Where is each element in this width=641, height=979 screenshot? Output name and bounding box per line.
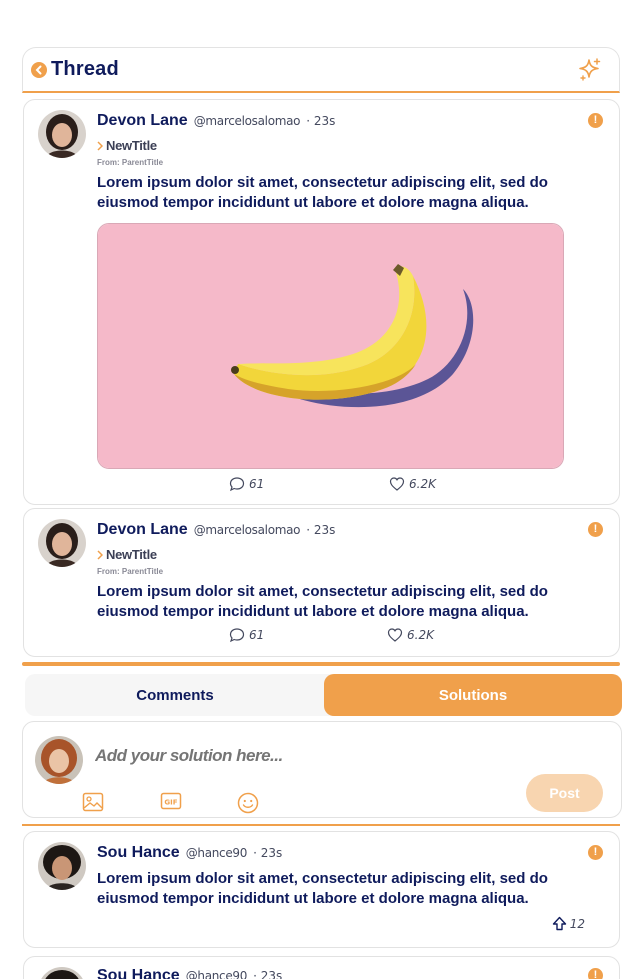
solution-item: Sou Hance @hance90 · 23s ! — [23, 956, 620, 979]
page-title: Thread — [51, 58, 119, 80]
avatar[interactable] — [38, 967, 86, 979]
gif-icon[interactable]: GIF — [160, 792, 182, 810]
chevron-right-icon — [97, 549, 103, 560]
avatar[interactable] — [38, 519, 86, 567]
heart-icon — [389, 477, 405, 491]
chevron-left-icon — [35, 65, 42, 74]
post-text: Lorem ipsum dolor sit amet, consectetur … — [97, 174, 548, 211]
solution-input[interactable] — [95, 746, 475, 766]
upvote-count: 12 — [569, 916, 585, 931]
like-count[interactable]: 6.2K — [389, 476, 436, 492]
from-label: From: ParentTitle — [97, 158, 164, 167]
arrow-up-icon — [552, 916, 566, 931]
comment-icon — [229, 628, 245, 643]
timestamp: · 23s — [253, 846, 283, 860]
post-text: Lorem ipsum dolor sit amet, consectetur … — [97, 583, 548, 620]
timestamp: · 23s — [253, 969, 283, 979]
comment-icon — [229, 477, 245, 492]
report-icon[interactable]: ! — [588, 113, 603, 128]
report-icon[interactable]: ! — [588, 968, 603, 979]
report-icon[interactable]: ! — [588, 845, 603, 860]
back-button[interactable] — [31, 61, 47, 78]
solution-text: Lorem ipsum dolor sit amet, consectetur … — [97, 870, 548, 907]
author-handle[interactable]: @hance90 — [186, 969, 248, 979]
solution-item: Sou Hance @hance90 · 23s ! Lorem ipsum d… — [23, 831, 620, 948]
tab-bar: Comments Solutions — [25, 674, 622, 716]
sparkle-icon[interactable] — [577, 57, 603, 83]
tab-comments[interactable]: Comments — [25, 674, 325, 716]
upvote-button[interactable]: 12 — [552, 916, 585, 931]
timestamp: · 23s — [306, 523, 336, 537]
timestamp: · 23s — [306, 114, 336, 128]
avatar[interactable] — [35, 736, 83, 784]
emoji-icon[interactable] — [237, 792, 259, 814]
author-handle[interactable]: @hance90 — [186, 846, 248, 860]
svg-text:GIF: GIF — [164, 799, 177, 807]
thread-header: Thread — [22, 47, 620, 93]
post-image[interactable] — [97, 223, 564, 469]
author-name[interactable]: Devon Lane — [97, 112, 188, 130]
author-handle[interactable]: @marcelosalomao — [194, 523, 301, 537]
like-count[interactable]: 6.2K — [387, 627, 434, 643]
comment-count[interactable]: 61 — [229, 627, 264, 643]
new-title[interactable]: NewTitle — [106, 547, 157, 562]
heart-icon — [387, 628, 403, 642]
comment-count[interactable]: 61 — [229, 476, 264, 492]
chevron-right-icon — [97, 140, 103, 151]
author-handle[interactable]: @marcelosalomao — [194, 114, 301, 128]
author-name[interactable]: Sou Hance — [97, 844, 180, 862]
image-icon[interactable] — [82, 792, 104, 812]
composer-divider — [22, 824, 620, 826]
avatar[interactable] — [38, 842, 86, 890]
solution-composer: GIF Post — [22, 721, 622, 818]
report-icon[interactable]: ! — [588, 522, 603, 537]
new-title[interactable]: NewTitle — [106, 138, 157, 153]
author-name[interactable]: Devon Lane — [97, 521, 188, 539]
from-label: From: ParentTitle — [97, 567, 164, 576]
post-button[interactable]: Post — [526, 774, 603, 812]
tab-solutions[interactable]: Solutions — [324, 674, 622, 716]
thread-post: Devon Lane @marcelosalomao · 23s ! NewTi… — [23, 99, 620, 505]
avatar[interactable] — [38, 110, 86, 158]
section-divider — [22, 662, 620, 666]
author-name[interactable]: Sou Hance — [97, 967, 180, 979]
thread-post: Devon Lane @marcelosalomao · 23s ! NewTi… — [23, 508, 620, 657]
